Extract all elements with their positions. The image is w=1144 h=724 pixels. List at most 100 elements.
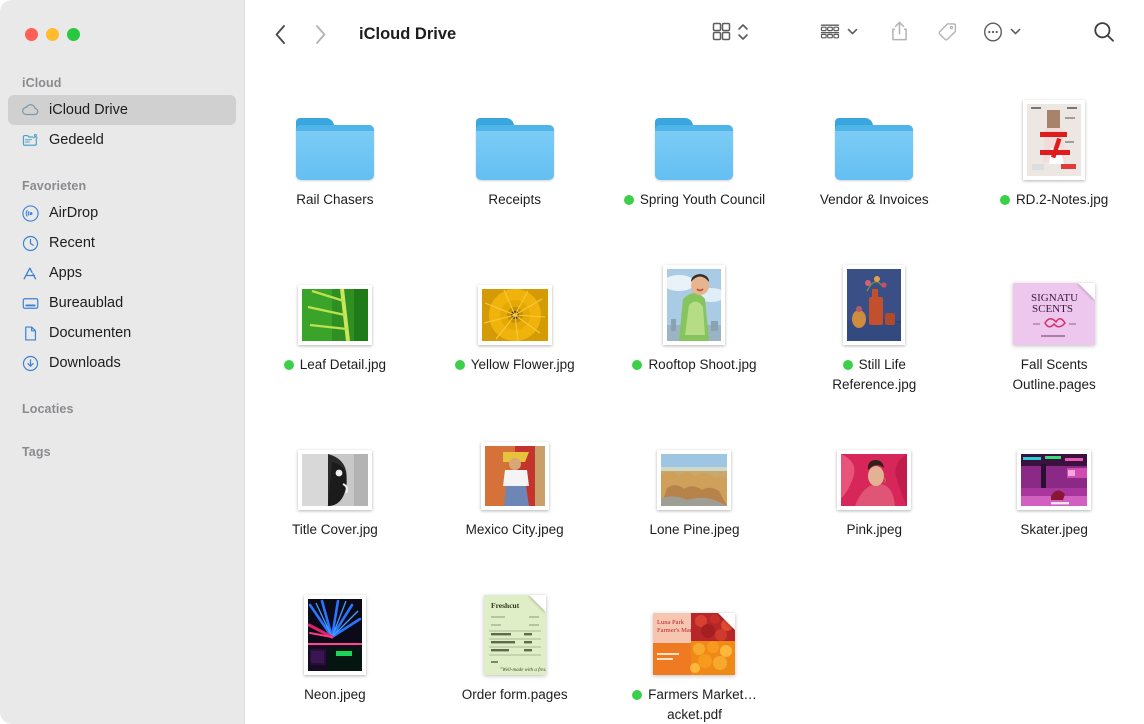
sidebar-item-label: iCloud Drive bbox=[49, 102, 128, 118]
sidebar-item-apps[interactable]: Apps bbox=[8, 258, 236, 288]
sidebar-section-locaties: Locaties bbox=[0, 378, 244, 421]
tag-dot-green bbox=[632, 360, 642, 370]
sidebar-section-favorieten: Favorieten bbox=[0, 155, 244, 198]
more-button[interactable] bbox=[976, 17, 1028, 51]
thumbnail bbox=[837, 414, 911, 510]
file-label: RD.2-Notes.jpg bbox=[1000, 190, 1108, 210]
thumbnail bbox=[655, 84, 733, 180]
view-mode-button[interactable] bbox=[705, 17, 755, 51]
tag-icon bbox=[936, 21, 958, 48]
thumbnail bbox=[1017, 414, 1091, 510]
tag-button[interactable] bbox=[930, 17, 964, 51]
zoom-button[interactable] bbox=[67, 28, 80, 41]
file-label: Rooftop Shoot.jpg bbox=[632, 355, 756, 375]
sidebar-item-recent[interactable]: Recent bbox=[8, 228, 236, 258]
folder-icon bbox=[835, 118, 913, 180]
tag-dot-green bbox=[843, 360, 853, 370]
sidebar-item-downloads[interactable]: Downloads bbox=[8, 348, 236, 378]
shared-folder-icon bbox=[21, 131, 40, 150]
minimize-button[interactable] bbox=[46, 28, 59, 41]
file-label: Skater.jpeg bbox=[1020, 520, 1088, 540]
file-label: Title Cover.jpg bbox=[292, 520, 378, 540]
pdf-document-icon: Luna Park Farmer's Market bbox=[653, 613, 735, 675]
file-item[interactable]: Still Life Reference.jpg bbox=[789, 249, 959, 414]
close-button[interactable] bbox=[25, 28, 38, 41]
file-label: Order form.pages bbox=[462, 685, 568, 705]
thumbnail bbox=[843, 249, 905, 345]
folder-icon bbox=[476, 118, 554, 180]
photo-thumbnail bbox=[481, 442, 549, 510]
file-item[interactable]: Luna Park Farmer's Market bbox=[609, 579, 779, 724]
downloads-icon bbox=[21, 354, 40, 373]
thumbnail: Luna Park Farmer's Market bbox=[653, 579, 735, 675]
file-item[interactable]: Title Cover.jpg bbox=[250, 414, 420, 579]
sidebar-item-label: Recent bbox=[49, 235, 95, 251]
main-area: iCloud Drive bbox=[244, 0, 1144, 724]
photo-thumbnail bbox=[298, 450, 372, 510]
icloud-icon bbox=[21, 101, 40, 120]
file-label: Mexico City.jpeg bbox=[466, 520, 564, 540]
file-item[interactable]: Receipts bbox=[430, 84, 600, 249]
file-item[interactable]: Mexico City.jpeg bbox=[430, 414, 600, 579]
window-controls bbox=[0, 0, 244, 68]
page-title: iCloud Drive bbox=[359, 25, 456, 44]
tag-dot-green bbox=[1000, 195, 1010, 205]
tag-dot-green bbox=[284, 360, 294, 370]
sidebar: iCloud iCloud Drive Gedeeld Favorieten bbox=[0, 0, 244, 724]
search-button[interactable] bbox=[1086, 17, 1122, 51]
file-item[interactable]: RD.2-Notes.jpg bbox=[969, 84, 1139, 249]
forward-button[interactable] bbox=[310, 21, 330, 47]
thumbnail bbox=[481, 414, 549, 510]
share-button[interactable] bbox=[883, 17, 916, 51]
file-label: Farmers Market…acket.pdf bbox=[620, 685, 768, 724]
pages-document-icon: Freshcut bbox=[484, 595, 546, 675]
file-item[interactable]: Freshcut bbox=[430, 579, 600, 724]
file-item[interactable]: Neon.jpeg bbox=[250, 579, 420, 724]
svg-text:Freshcut: Freshcut bbox=[491, 601, 520, 610]
chevron-up-down-icon bbox=[737, 21, 749, 48]
file-label: Lone Pine.jpeg bbox=[649, 520, 739, 540]
group-by-button[interactable] bbox=[813, 17, 865, 51]
sidebar-section-tags: Tags bbox=[0, 421, 244, 464]
document-icon bbox=[21, 324, 40, 343]
file-item[interactable]: Spring Youth Council bbox=[609, 84, 779, 249]
sidebar-item-bureaublad[interactable]: Bureaublad bbox=[8, 288, 236, 318]
thumbnail bbox=[298, 249, 372, 345]
file-item[interactable]: Yellow Flower.jpg bbox=[430, 249, 600, 414]
sidebar-item-label: Downloads bbox=[49, 355, 121, 371]
page-fold-corner bbox=[529, 595, 546, 612]
file-item[interactable]: Rooftop Shoot.jpg bbox=[609, 249, 779, 414]
svg-text:"Well-made with a fresh": "Well-made with a fresh" bbox=[500, 668, 546, 673]
file-item[interactable]: Lone Pine.jpeg bbox=[609, 414, 779, 579]
thumbnail bbox=[304, 579, 366, 675]
page-fold-corner bbox=[718, 613, 735, 630]
sidebar-item-gedeeld[interactable]: Gedeeld bbox=[8, 125, 236, 155]
photo-thumbnail bbox=[843, 265, 905, 345]
airdrop-icon bbox=[21, 204, 40, 223]
photo-thumbnail bbox=[657, 450, 731, 510]
sidebar-item-documenten[interactable]: Documenten bbox=[8, 318, 236, 348]
file-item[interactable]: Pink.jpeg bbox=[789, 414, 959, 579]
thumbnail bbox=[478, 249, 552, 345]
sidebar-item-icloud-drive[interactable]: iCloud Drive bbox=[8, 95, 236, 125]
file-label: Yellow Flower.jpg bbox=[455, 355, 575, 375]
thumbnail: Freshcut bbox=[484, 579, 546, 675]
back-button[interactable] bbox=[270, 21, 290, 47]
svg-text:SCENTS: SCENTS bbox=[1032, 303, 1073, 315]
file-item[interactable]: Vendor & Invoices bbox=[789, 84, 959, 249]
file-item[interactable]: SIGNATU SCENTS Fall Scents Outline.pages bbox=[969, 249, 1139, 414]
file-grid: Rail Chasers Receipts Spring Youth Counc… bbox=[245, 68, 1144, 724]
page-fold-corner bbox=[1078, 283, 1095, 300]
file-item[interactable]: Leaf Detail.jpg bbox=[250, 249, 420, 414]
thumbnail bbox=[476, 84, 554, 180]
sidebar-item-label: Gedeeld bbox=[49, 132, 104, 148]
file-label: Receipts bbox=[488, 190, 541, 210]
thumbnail bbox=[1023, 84, 1085, 180]
file-item[interactable]: Skater.jpeg bbox=[969, 414, 1139, 579]
clock-icon bbox=[21, 234, 40, 253]
file-item[interactable]: Rail Chasers bbox=[250, 84, 420, 249]
sidebar-item-airdrop[interactable]: AirDrop bbox=[8, 198, 236, 228]
pages-document-icon: SIGNATU SCENTS bbox=[1013, 283, 1095, 345]
tag-dot-green bbox=[632, 690, 642, 700]
search-icon bbox=[1092, 20, 1116, 49]
